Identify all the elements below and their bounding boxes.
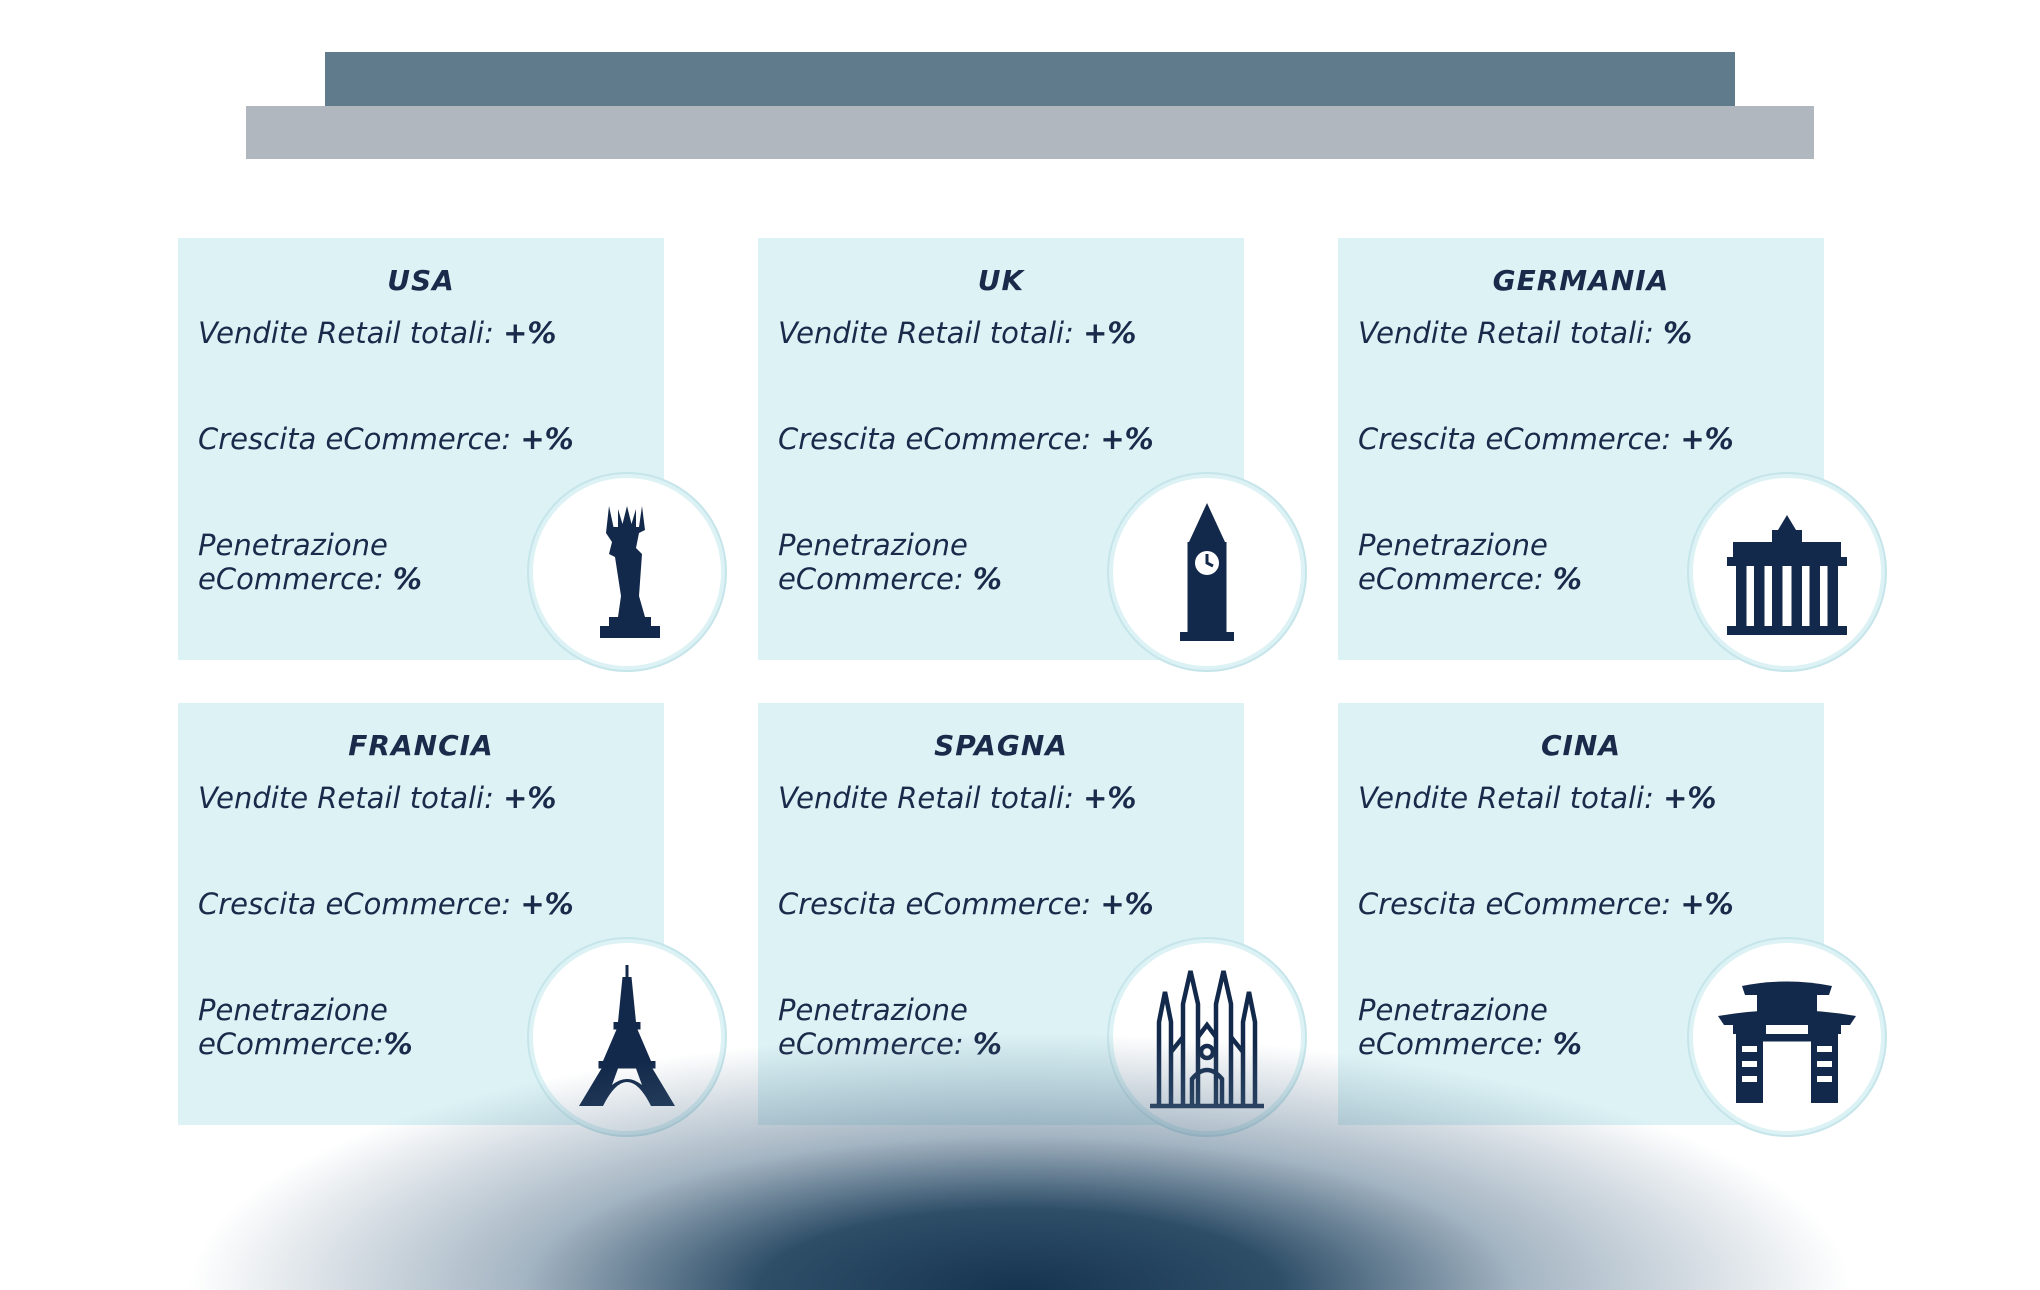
brandenburg-gate-icon	[1727, 515, 1847, 635]
ecommerce-growth-stat: Crescita eCommerce: +%	[198, 422, 574, 456]
card-title: GERMANIA	[1492, 264, 1670, 297]
ecommerce-penetration-stat: Penetrazione eCommerce: %	[1358, 993, 1582, 1061]
ecommerce-growth-stat: Crescita eCommerce: +%	[1358, 887, 1734, 921]
ecommerce-penetration-stat: Penetrazione eCommerce: %	[778, 993, 1002, 1061]
retail-sales-stat: Vendite Retail totali: +%	[1358, 781, 1717, 815]
landmark-badge	[533, 943, 721, 1131]
statue-of-liberty-icon	[600, 506, 660, 638]
card-title: SPAGNA	[934, 729, 1068, 762]
ecommerce-growth-stat: Crescita eCommerce: +%	[1358, 422, 1734, 456]
ecommerce-growth-stat: Crescita eCommerce: +%	[198, 887, 574, 921]
retail-sales-stat: Vendite Retail totali: +%	[198, 781, 557, 815]
retail-sales-stat: Vendite Retail totali: %	[1358, 316, 1693, 350]
eiffel-tower-icon	[579, 965, 675, 1106]
card-title: UK	[977, 264, 1025, 297]
ecommerce-penetration-stat: Penetrazione eCommerce: %	[1358, 528, 1582, 596]
big-ben-icon	[1180, 503, 1234, 641]
chinese-gate-icon	[1718, 981, 1856, 1103]
landmark-badge	[1113, 943, 1301, 1131]
ecommerce-growth-stat: Crescita eCommerce: +%	[778, 422, 1154, 456]
country-card-uk: UK Vendite Retail totali: +% Crescita eC…	[758, 238, 1301, 666]
country-card-germania: GERMANIA Vendite Retail totali: % Cresci…	[1338, 238, 1881, 666]
country-card-usa: USA Vendite Retail totali: +% Crescita e…	[178, 238, 721, 666]
card-title: USA	[387, 264, 455, 297]
ecommerce-growth-stat: Crescita eCommerce: +%	[778, 887, 1154, 921]
country-card-francia: FRANCIA Vendite Retail totali: +% Cresci…	[178, 703, 721, 1131]
header-banner-top	[325, 52, 1735, 106]
ecommerce-penetration-stat: Penetrazione eCommerce:%	[198, 993, 413, 1061]
ecommerce-penetration-stat: Penetrazione eCommerce: %	[198, 528, 422, 596]
retail-sales-stat: Vendite Retail totali: +%	[778, 781, 1137, 815]
sagrada-familia-icon	[1150, 970, 1264, 1109]
ecommerce-penetration-stat: Penetrazione eCommerce: %	[778, 528, 1002, 596]
retail-sales-stat: Vendite Retail totali: +%	[198, 316, 557, 350]
card-title: FRANCIA	[348, 729, 494, 762]
landmark-badge	[1693, 943, 1881, 1131]
header-banner-bottom	[246, 106, 1814, 159]
retail-sales-stat: Vendite Retail totali: +%	[778, 316, 1137, 350]
landmark-badge	[1113, 478, 1301, 666]
landmark-badge	[1693, 478, 1881, 666]
landmark-badge	[533, 478, 721, 666]
country-card-spagna: SPAGNA Vendite Retail totali: +% Crescit…	[758, 703, 1301, 1131]
card-title: CINA	[1540, 729, 1622, 762]
country-card-cina: CINA Vendite Retail totali: +% Crescita …	[1338, 703, 1881, 1131]
